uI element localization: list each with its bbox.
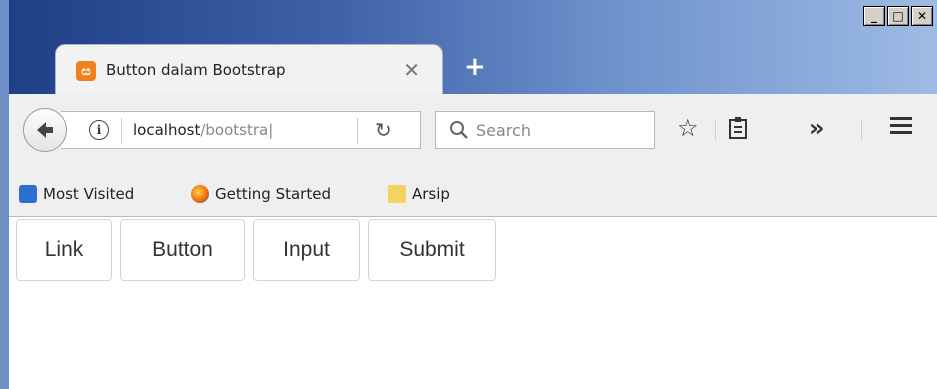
- url-divider-right: [357, 118, 358, 144]
- url-path: /bootstra|: [200, 121, 274, 139]
- tab-title: Button dalam Bootstrap: [106, 61, 286, 79]
- browser-tab[interactable]: ස Button dalam Bootstrap ✕: [55, 44, 443, 95]
- bookmark-label: Arsip: [412, 185, 450, 203]
- bookmark-label: Most Visited: [43, 185, 135, 203]
- minimize-button[interactable]: _: [863, 6, 885, 26]
- toolbar-divider: [715, 120, 716, 140]
- maximize-button[interactable]: □: [887, 6, 909, 26]
- close-tab-icon[interactable]: ✕: [403, 58, 420, 82]
- bookmarks-toolbar: Most Visited Getting Started Arsip: [9, 176, 937, 217]
- search-input[interactable]: [476, 112, 646, 148]
- submit-button[interactable]: Submit: [368, 219, 496, 281]
- xampp-favicon-icon: ස: [76, 61, 96, 81]
- most-visited-icon: [19, 185, 37, 203]
- clipboard-icon: [729, 117, 747, 139]
- firefox-icon: [191, 185, 209, 203]
- search-icon: [450, 121, 468, 139]
- input-button[interactable]: Input: [253, 219, 360, 281]
- overflow-chevron-icon[interactable]: »: [809, 114, 825, 142]
- toolbar-divider: [861, 120, 862, 140]
- navigation-toolbar: i localhost/bootstra| ↻ ☆ »: [9, 94, 937, 177]
- button-button[interactable]: Button: [120, 219, 245, 281]
- new-tab-button[interactable]: +: [464, 52, 486, 82]
- bookmark-most-visited[interactable]: Most Visited: [19, 185, 134, 203]
- close-window-button[interactable]: ✕: [911, 6, 933, 26]
- hamburger-menu-icon[interactable]: [889, 114, 913, 142]
- reading-list-icon[interactable]: [727, 116, 749, 146]
- title-bar: _ □ ✕ ස Button dalam Bootstrap ✕ +: [9, 0, 937, 95]
- window-controls: _ □ ✕: [863, 6, 933, 26]
- bookmark-star-icon[interactable]: ☆: [677, 114, 699, 142]
- back-arrow-icon: [37, 122, 53, 138]
- folder-icon: [388, 185, 406, 203]
- info-icon[interactable]: i: [89, 120, 109, 140]
- url-divider: [121, 118, 122, 144]
- search-bar[interactable]: [435, 111, 655, 149]
- menu-icon: [890, 117, 912, 134]
- url-bar[interactable]: i localhost/bootstra| ↻: [61, 111, 421, 149]
- link-button[interactable]: Link: [16, 219, 112, 281]
- back-button[interactable]: [23, 108, 67, 152]
- page-content: Link Button Input Submit: [9, 217, 937, 389]
- bookmark-getting-started[interactable]: Getting Started: [191, 185, 331, 203]
- url-text[interactable]: localhost/bootstra|: [133, 121, 343, 139]
- reload-icon[interactable]: ↻: [375, 118, 392, 142]
- bookmark-label: Getting Started: [215, 185, 331, 203]
- bookmark-arsip[interactable]: Arsip: [388, 185, 450, 203]
- url-host: localhost: [133, 121, 201, 139]
